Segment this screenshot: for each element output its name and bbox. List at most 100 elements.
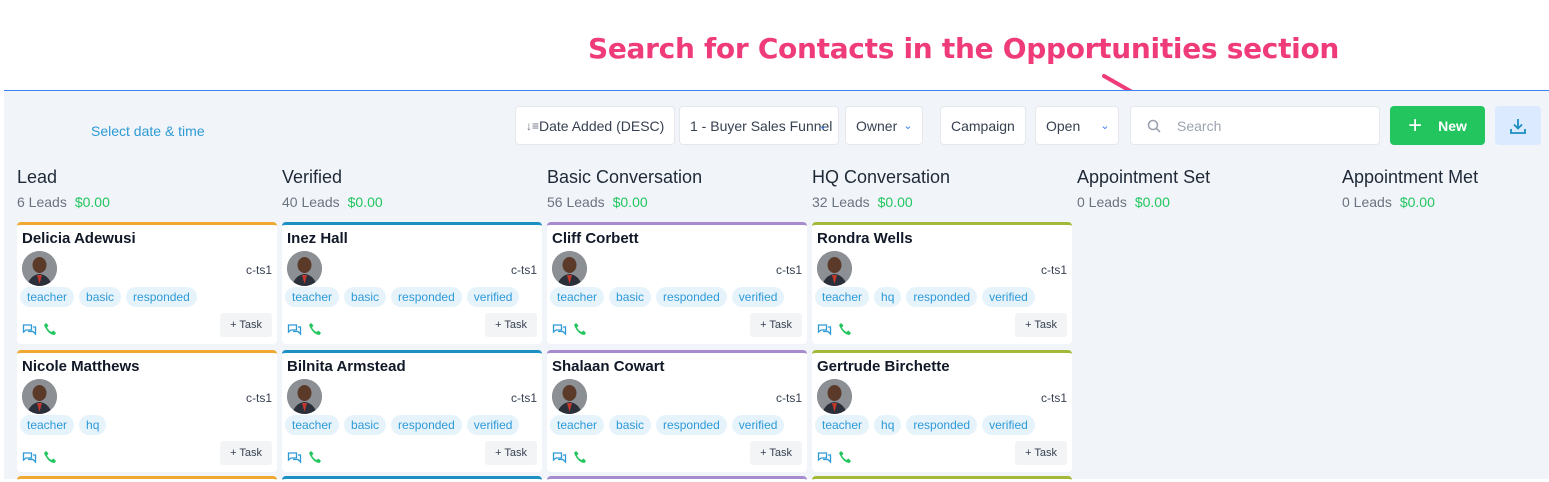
pipeline-column: Verified 40 Leads $0.00 [282,167,542,210]
tag-badge: teacher [285,287,340,307]
column-title: Basic Conversation [547,167,703,187]
column-summary: 32 Leads $0.00 [812,194,1072,210]
lead-count: 32 Leads [812,194,870,210]
phone-icon[interactable] [838,450,852,464]
card-code: c-ts1 [245,263,272,277]
card-actions [22,322,57,336]
opportunity-card[interactable]: Nicole Matthews c-ts1 teacher hq + Task [17,350,277,472]
add-task-button[interactable]: + Task [220,441,272,465]
add-task-button[interactable]: + Task [750,313,802,337]
opportunity-card[interactable]: Cliff Corbett c-ts1 teacher basic responded v… [547,222,807,344]
pipeline-dropdown[interactable]: 1 - Buyer Sales Funnel ⌄ [679,106,839,145]
chat-icon[interactable] [552,451,567,464]
chat-icon[interactable] [22,451,37,464]
card-actions [552,450,587,464]
new-label: New [1438,117,1467,134]
card-actions [817,450,852,464]
contact-name[interactable]: Nicole Matthews [22,358,140,375]
add-task-button[interactable]: + Task [1015,441,1067,465]
card-actions [287,450,322,464]
owner-dropdown[interactable]: Owner ⌄ [845,106,924,145]
tag-badge: teacher [550,415,605,435]
add-task-button[interactable]: + Task [220,313,272,337]
sort-dropdown[interactable]: ↓≡ Date Added (DESC) [515,106,676,145]
phone-icon[interactable] [838,322,852,336]
search-input[interactable] [1175,116,1359,135]
phone-icon[interactable] [573,450,587,464]
contact-name[interactable]: Inez Hall [287,230,348,247]
column-title: Verified [282,167,343,187]
chat-icon[interactable] [817,323,832,336]
pipeline-column: Basic Conversation 56 Leads $0.00 [547,167,807,210]
lead-count: 40 Leads [282,194,340,210]
pipeline-column: Lead 6 Leads $0.00 [17,167,277,210]
tag-badge: hq [874,287,902,307]
tag-list: teacher basic responded verified [550,287,785,307]
column-title: Appointment Set [1077,167,1211,187]
opportunity-card[interactable]: Delicia Adewusi c-ts1 teacher basic responde… [17,222,277,344]
opportunity-card[interactable]: Shalaan Cowart c-ts1 teacher basic responded… [547,350,807,472]
tag-badge: basic [79,287,122,307]
campaign-label: Campaign [951,117,1015,134]
tag-list: teacher basic responded verified [285,415,520,435]
phone-icon[interactable] [308,322,322,336]
pipeline-column: HQ Conversation 32 Leads $0.00 [812,167,1072,210]
phone-icon[interactable] [43,450,57,464]
card-code: c-ts1 [510,391,537,405]
card-actions [817,322,852,336]
search-icon [1147,119,1161,133]
tag-badge: basic [609,287,652,307]
contact-name[interactable]: Gertrude Birchette [817,358,950,375]
phone-icon[interactable] [308,450,322,464]
contact-name[interactable]: Delicia Adewusi [22,230,136,247]
card-code: c-ts1 [1040,391,1067,405]
phone-icon[interactable] [43,322,57,336]
column-summary: 0 Leads $0.00 [1077,194,1337,210]
tag-badge: basic [344,287,387,307]
contact-name[interactable]: Rondra Wells [817,230,913,247]
phone-icon[interactable] [573,322,587,336]
chat-icon[interactable] [287,451,302,464]
tag-badge: teacher [815,415,870,435]
opportunity-card[interactable]: Gertrude Birchette c-ts1 teacher hq responde… [812,350,1072,472]
lead-count: 56 Leads [547,194,605,210]
chat-icon[interactable] [552,323,567,336]
tag-list: teacher hq responded verified [815,415,1035,435]
search-box[interactable] [1130,106,1380,145]
tag-list: teacher hq [20,415,107,435]
download-button[interactable] [1495,106,1541,145]
chevron-down-icon: ⌄ [818,120,828,132]
tag-badge: responded [906,287,978,307]
next-card-edge [282,476,542,482]
add-task-button[interactable]: + Task [485,313,537,337]
contact-name[interactable]: Shalaan Cowart [552,358,665,375]
column-amount: $0.00 [612,194,648,210]
add-task-button[interactable]: + Task [485,441,537,465]
avatar [22,251,57,286]
card-code: c-ts1 [775,391,802,405]
lead-count: 6 Leads [17,194,67,210]
pipeline-column: Appointment Met 0 Leads $0.00 [1342,167,1549,210]
chat-icon[interactable] [22,323,37,336]
opportunity-card[interactable]: Inez Hall c-ts1 teacher basic responded verif… [282,222,542,344]
annotation-title: Search for Contacts in the Opportunities… [588,32,1340,65]
chat-icon[interactable] [287,323,302,336]
tag-badge: verified [982,415,1035,435]
status-dropdown[interactable]: Open ⌄ [1035,106,1119,145]
add-task-button[interactable]: + Task [750,441,802,465]
column-title: Lead [17,167,58,187]
opportunity-card[interactable]: Bilnita Armstead c-ts1 teacher basic respond… [282,350,542,472]
contact-name[interactable]: Bilnita Armstead [287,358,406,375]
contact-name[interactable]: Cliff Corbett [552,230,639,247]
campaign-dropdown[interactable]: Campaign [940,106,1026,145]
tag-badge: responded [391,415,462,435]
opportunity-card[interactable]: Rondra Wells c-ts1 teacher hq responded verif… [812,222,1072,344]
column-summary: 0 Leads $0.00 [1342,194,1549,210]
tag-list: teacher basic responded [20,287,197,307]
add-task-button[interactable]: + Task [1015,313,1067,337]
opportunities-board: Select date & time ↓≡ Date Added (DESC) … [4,90,1549,482]
card-actions [552,322,587,336]
new-opportunity-button[interactable]: + New [1390,106,1485,145]
date-time-picker[interactable]: Select date & time [91,123,205,139]
chat-icon[interactable] [817,451,832,464]
